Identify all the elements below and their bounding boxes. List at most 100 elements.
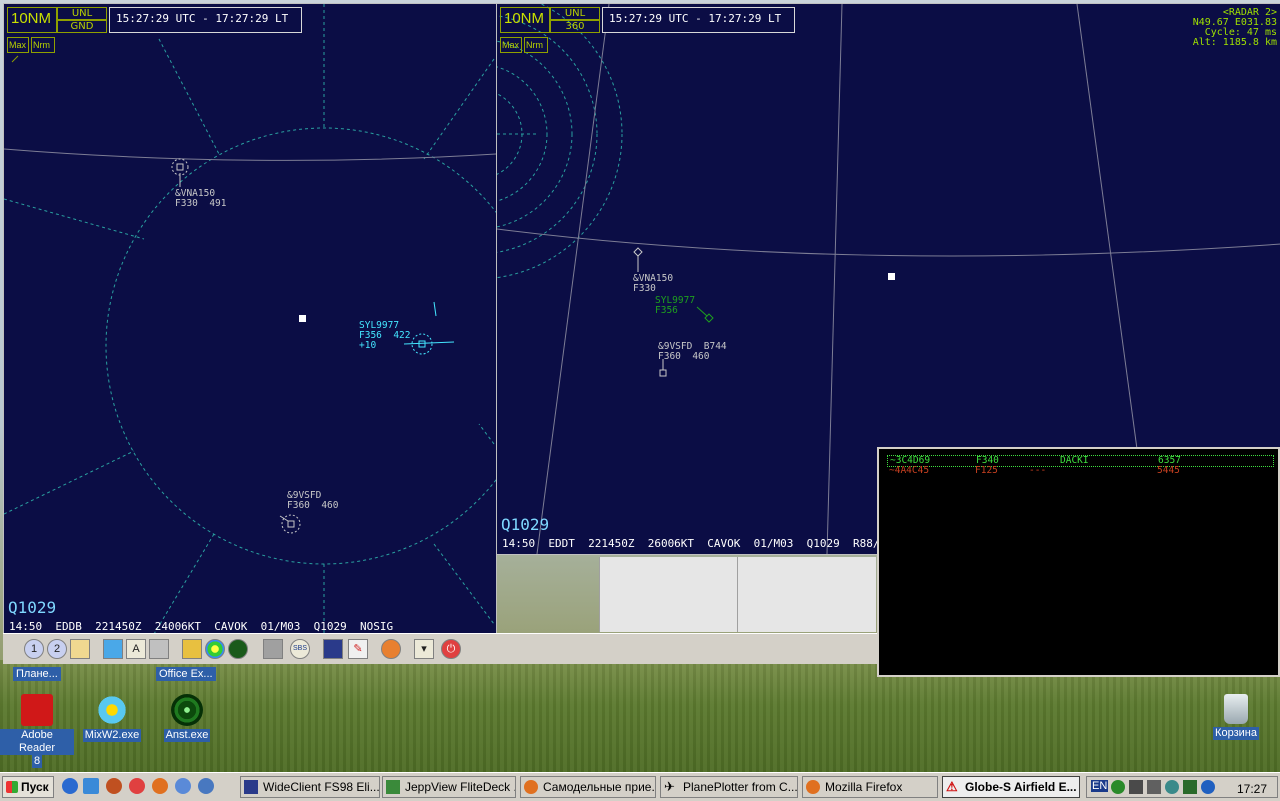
target-symbol xyxy=(403,301,455,355)
app-tray-icon[interactable] xyxy=(1201,780,1215,794)
desktop-icon-adobe-reader[interactable]: Adobe Reader 8 xyxy=(0,694,74,768)
globe-icon[interactable] xyxy=(1111,780,1125,794)
app-tray-icon[interactable] xyxy=(1165,780,1179,794)
radar-scope-left[interactable] xyxy=(4,4,496,634)
range-indicator[interactable]: 10NM xyxy=(7,7,57,33)
vertical-rate: +10 xyxy=(359,340,377,351)
taskbar-item[interactable]: WideClient FS98 Eli... xyxy=(240,776,380,798)
sector-line xyxy=(433,543,495,625)
sbs-icon[interactable]: SBS xyxy=(290,639,310,659)
desktop-icon-recycle-bin[interactable]: Корзина xyxy=(1199,694,1273,740)
taskbar-item[interactable]: Самодельные прие... xyxy=(520,776,656,798)
colors-icon[interactable] xyxy=(205,639,225,659)
list-fix: --- xyxy=(1029,465,1047,476)
radar-icon[interactable] xyxy=(228,639,248,659)
flight-level: F330 491 xyxy=(175,198,227,209)
ie-icon[interactable] xyxy=(62,778,78,794)
app-icon[interactable] xyxy=(175,778,191,794)
airport-icon[interactable] xyxy=(182,639,202,659)
sector-line xyxy=(423,58,495,160)
flight-list-window[interactable]: ~3C4D69 F340 DACKI 6357 ~4A4C45 F125 ---… xyxy=(877,447,1280,677)
target-label[interactable]: &9VSFD B744 F360 460 xyxy=(658,342,727,362)
warning-icon: ⚠ xyxy=(946,779,958,794)
nrm-button[interactable]: Nrm xyxy=(524,37,548,53)
weather-icon[interactable] xyxy=(103,639,123,659)
butterfly-icon xyxy=(96,694,128,726)
list-fl: F125 xyxy=(975,465,998,476)
dropdown-icon[interactable]: ▾ xyxy=(414,639,434,659)
start-button[interactable]: Пуск xyxy=(2,776,54,798)
desktop-icon-mixw2[interactable]: MixW2.exe xyxy=(75,694,149,742)
grid-line xyxy=(4,148,496,161)
power-icon[interactable]: ⏻ xyxy=(441,639,461,659)
flight-level: F330 xyxy=(633,283,656,294)
target-label[interactable]: &VNA150 F330 xyxy=(633,274,673,294)
max-button[interactable]: Max xyxy=(7,37,29,53)
target-label[interactable]: SYL9977 F356 422 +10 xyxy=(359,321,410,351)
max-button[interactable]: Max xyxy=(500,37,522,53)
alt-upper-filter[interactable]: UNL xyxy=(57,7,107,20)
taskbar-clock[interactable]: 17:27 xyxy=(1237,782,1267,796)
flight-level: F360 460 xyxy=(287,500,339,511)
metar-line: 14:50 EDDT 221450Z 26006KT CAVOK 01/M03 … xyxy=(502,537,906,550)
taskbar: Пуск WideClient FS98 Eli... JeppView Fli… xyxy=(0,772,1280,801)
sector-line xyxy=(4,450,135,515)
target-symbol xyxy=(279,514,301,534)
taskbar-item[interactable]: ✈ PlanePlotter from C... xyxy=(660,776,798,798)
radar-window-left[interactable]: 10NM UNL GND 15:27:29 UTC - 17:27:29 LT … xyxy=(3,3,497,635)
list-row[interactable]: ~4A4C45 F125 --- 5445 xyxy=(887,466,1272,476)
alt-upper-filter[interactable]: UNL xyxy=(550,7,600,20)
radar-info-panel: <RADAR 2> N49.67 E031.83 Cycle: 47 ms Alt: … xyxy=(1193,8,1277,48)
firefox-icon[interactable] xyxy=(152,778,168,794)
grid-line xyxy=(497,228,1280,257)
view-2-button[interactable]: 2 xyxy=(47,639,67,659)
alt-lower-filter[interactable]: 360 xyxy=(550,20,600,33)
taskbar-item[interactable]: JeppView FliteDeck ... xyxy=(382,776,516,798)
radar-toolbar: 1 2 A SBS ✎ ▾ ⏻ xyxy=(3,633,878,664)
icon-label: Anst.exe xyxy=(163,729,211,742)
target-symbol xyxy=(171,158,189,187)
sector-line xyxy=(158,38,220,155)
font-button[interactable]: A xyxy=(126,639,146,659)
pin-icon[interactable]: ✎ xyxy=(348,639,368,659)
adobe-reader-icon xyxy=(21,694,53,726)
network-icon[interactable] xyxy=(1129,780,1143,794)
language-indicator[interactable]: EN xyxy=(1091,780,1109,792)
target-label[interactable]: &9VSFD F360 460 xyxy=(287,491,338,511)
utc-clock: 15:27:29 UTC - 17:27:29 LT xyxy=(602,7,795,33)
sector-line xyxy=(478,423,495,445)
volume-icon[interactable] xyxy=(1147,780,1161,794)
taskbar-item[interactable]: Mozilla Firefox xyxy=(802,776,938,798)
list-squawk: 5445 xyxy=(1157,465,1180,476)
utc-clock: 15:27:29 UTC - 17:27:29 LT xyxy=(109,7,302,33)
notes-icon[interactable] xyxy=(70,639,90,659)
empty-panel xyxy=(599,557,876,632)
target-label[interactable]: &VNA150 F330 491 xyxy=(175,189,226,209)
app-icon[interactable] xyxy=(83,778,99,794)
settings-icon[interactable] xyxy=(263,639,283,659)
app-tray-icon[interactable] xyxy=(1183,780,1197,794)
target-label[interactable]: SYL9977 F356 xyxy=(655,296,695,316)
divider xyxy=(737,557,738,632)
app-icon[interactable] xyxy=(198,778,214,794)
globe-icon[interactable] xyxy=(381,639,401,659)
save-icon[interactable] xyxy=(149,639,169,659)
taskbar-item-label: Mozilla Firefox xyxy=(825,780,903,794)
grid-line xyxy=(1076,4,1138,450)
app-icon[interactable] xyxy=(129,778,145,794)
desktop-label[interactable]: Плане... xyxy=(13,667,61,681)
view-1-button[interactable]: 1 xyxy=(24,639,44,659)
display-icon[interactable] xyxy=(323,639,343,659)
nrm-button[interactable]: Nrm xyxy=(31,37,55,53)
radar-app-icon xyxy=(171,694,203,726)
app-icon[interactable] xyxy=(106,778,122,794)
alt-lower-filter[interactable]: GND xyxy=(57,20,107,33)
tick-mark xyxy=(11,55,19,63)
desktop-icon-anst[interactable]: Anst.exe xyxy=(150,694,224,742)
taskbar-item-active[interactable]: ⚠ Globe-S Airfield E... xyxy=(942,776,1080,798)
icon-label: Adobe Reader xyxy=(0,729,74,755)
sector-line xyxy=(4,198,145,240)
desktop-label[interactable]: Office Ex... xyxy=(156,667,216,681)
taskbar-item-label: Globe-S Airfield E... xyxy=(965,780,1077,794)
range-indicator[interactable]: 10NM xyxy=(500,7,550,33)
